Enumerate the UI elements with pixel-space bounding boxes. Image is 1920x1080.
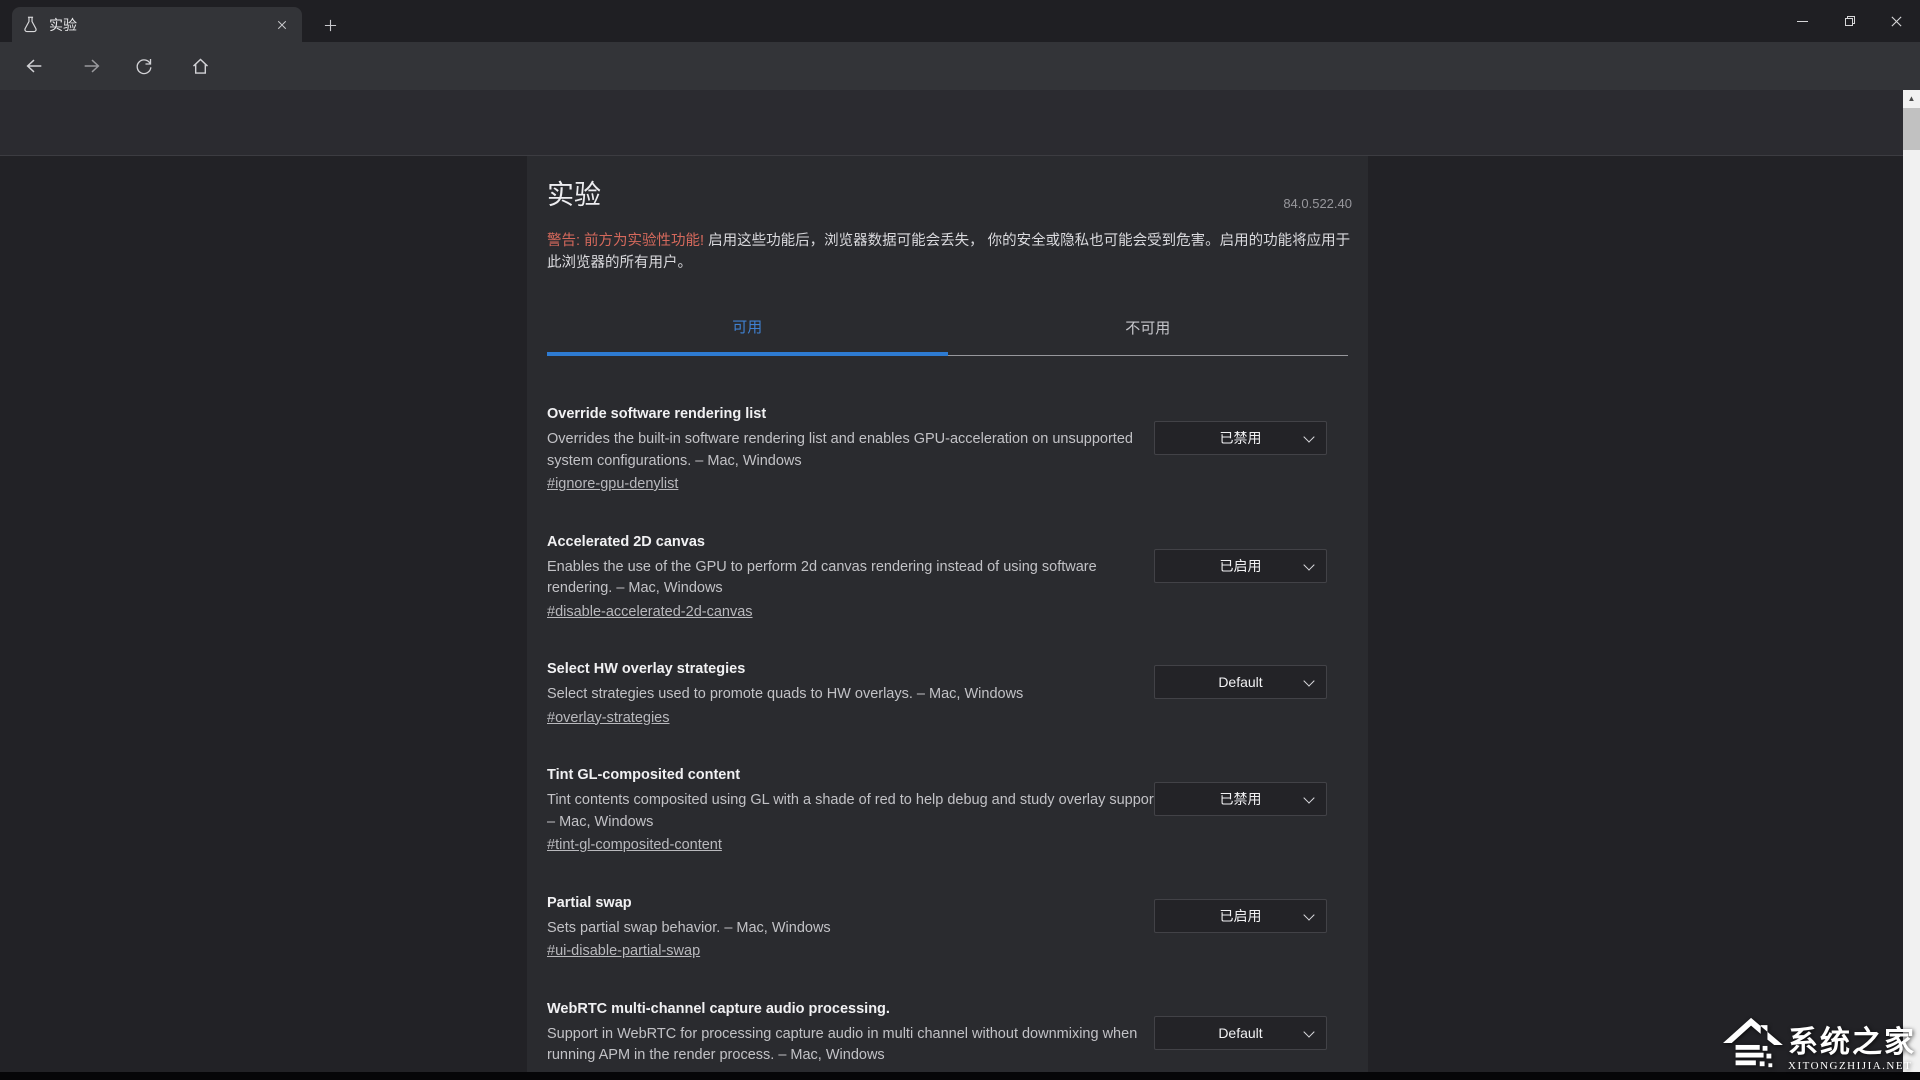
flag-link[interactable]: #ui-disable-partial-swap (547, 941, 700, 963)
flag-row-hw-overlay-strategies: Select HW overlay strategies Select stra… (547, 658, 1348, 729)
dropdown-value: 已禁用 (1219, 430, 1262, 446)
flask-icon (22, 16, 39, 33)
flag-value-dropdown[interactable]: 已禁用 (1154, 421, 1327, 455)
chevron-down-icon (1303, 431, 1315, 443)
back-button[interactable] (20, 52, 48, 80)
minimize-icon (1797, 20, 1808, 22)
flag-description: Tint contents composited using GL with a… (547, 792, 1162, 830)
flag-link[interactable]: #ignore-gpu-denylist (547, 474, 678, 496)
flag-row-partial-swap: Partial swap Sets partial swap behavior.… (547, 892, 1348, 963)
flag-description: Overrides the built-in software renderin… (547, 431, 1133, 469)
scrollbar-up-arrow[interactable]: ▲ (1903, 90, 1920, 107)
house-logo-icon (1723, 1017, 1783, 1068)
flag-link[interactable]: #disable-accelerated-2d-canvas (547, 602, 753, 624)
page-title: 实验 (547, 180, 601, 210)
version-label: 84.0.522.40 (1283, 196, 1352, 211)
dropdown-value: Default (1218, 674, 1263, 690)
window-controls (1779, 0, 1920, 42)
close-icon (1891, 15, 1902, 27)
flag-description: Sets partial swap behavior. – Mac, Windo… (547, 919, 831, 936)
warning-label: 警告: 前方为实验性功能! (547, 233, 709, 249)
tab-unavailable[interactable]: 不可用 (947, 300, 1348, 356)
flag-value-dropdown[interactable]: 已启用 (1154, 548, 1327, 583)
flag-row-webrtc-multichannel: WebRTC multi-channel capture audio proce… (547, 998, 1348, 1080)
chevron-down-icon (1303, 1025, 1315, 1038)
flag-value-dropdown[interactable]: 已禁用 (1154, 782, 1327, 816)
forward-icon (84, 59, 100, 73)
flag-row-override-software-rendering: Override software rendering list Overrid… (547, 403, 1348, 496)
flag-list: Override software rendering list Overrid… (547, 403, 1348, 1080)
back-icon (26, 59, 42, 73)
flag-row-tint-gl-composited: Tint GL-composited content Tint contents… (547, 764, 1348, 857)
flags-header-band: Reset all (0, 90, 1920, 238)
flags-content: 实验 84.0.522.40 警告: 前方为实验性功能! 启用这些功能后，浏览器… (527, 156, 1368, 1080)
home-button[interactable] (186, 52, 214, 80)
dropdown-value: 已启用 (1219, 557, 1262, 574)
watermark-title: 系统之家 (1788, 1026, 1916, 1059)
flag-description: Support in WebRTC for processing capture… (547, 1025, 1138, 1064)
flag-value-dropdown[interactable]: 已启用 (1154, 898, 1327, 933)
chevron-down-icon (1303, 558, 1315, 571)
chevron-down-icon (1303, 792, 1315, 804)
refresh-icon (136, 59, 152, 75)
flag-value-dropdown[interactable]: Default (1154, 1015, 1327, 1050)
new-tab-button[interactable] (318, 13, 342, 37)
scrollbar[interactable]: ▲ (1903, 90, 1920, 1080)
home-icon (192, 58, 208, 74)
scrollbar-thumb[interactable] (1903, 108, 1920, 150)
browser-tab[interactable]: 实验 (12, 7, 302, 42)
watermark-subtitle: XITONGZHIJIA.NET (1788, 1060, 1913, 1072)
dropdown-value: Default (1218, 1024, 1263, 1041)
flag-value-dropdown[interactable]: Default (1154, 665, 1327, 699)
tab-available[interactable]: 可用 (547, 300, 948, 356)
dropdown-value: 已禁用 (1219, 791, 1262, 807)
flag-description: Select strategies used to promote quads … (547, 686, 1024, 702)
tab-close-icon[interactable] (272, 15, 292, 35)
flag-link[interactable]: #overlay-strategies (547, 708, 670, 730)
minimize-button[interactable] (1779, 0, 1826, 42)
tab-title: 实验 (49, 16, 77, 33)
dropdown-value: 已启用 (1219, 907, 1262, 924)
navigation-toolbar: Edge | edge://flags ⚙ ··· (0, 42, 1920, 125)
restore-icon (1844, 16, 1855, 26)
close-button[interactable] (1873, 0, 1920, 42)
watermark: 系统之家 XITONGZHIJIA.NET (1721, 1016, 1916, 1072)
forward-button[interactable] (78, 52, 106, 80)
restore-button[interactable] (1826, 0, 1873, 42)
flag-row-accelerated-2d-canvas: Accelerated 2D canvas Enables the use of… (547, 531, 1348, 624)
flag-link[interactable]: #tint-gl-composited-content (547, 835, 722, 857)
bottom-edge-strip (0, 1072, 1920, 1080)
chevron-down-icon (1303, 908, 1315, 921)
flag-description: Enables the use of the GPU to perform 2d… (547, 558, 1097, 597)
refresh-button[interactable] (130, 52, 158, 80)
warning-text: 警告: 前方为实验性功能! 启用这些功能后，浏览器数据可能会丢失， 你的安全或隐… (547, 230, 1353, 274)
chevron-down-icon (1303, 675, 1315, 687)
title-bar: 实验 (0, 0, 1920, 42)
availability-tabs: 可用 不可用 (547, 300, 1348, 356)
